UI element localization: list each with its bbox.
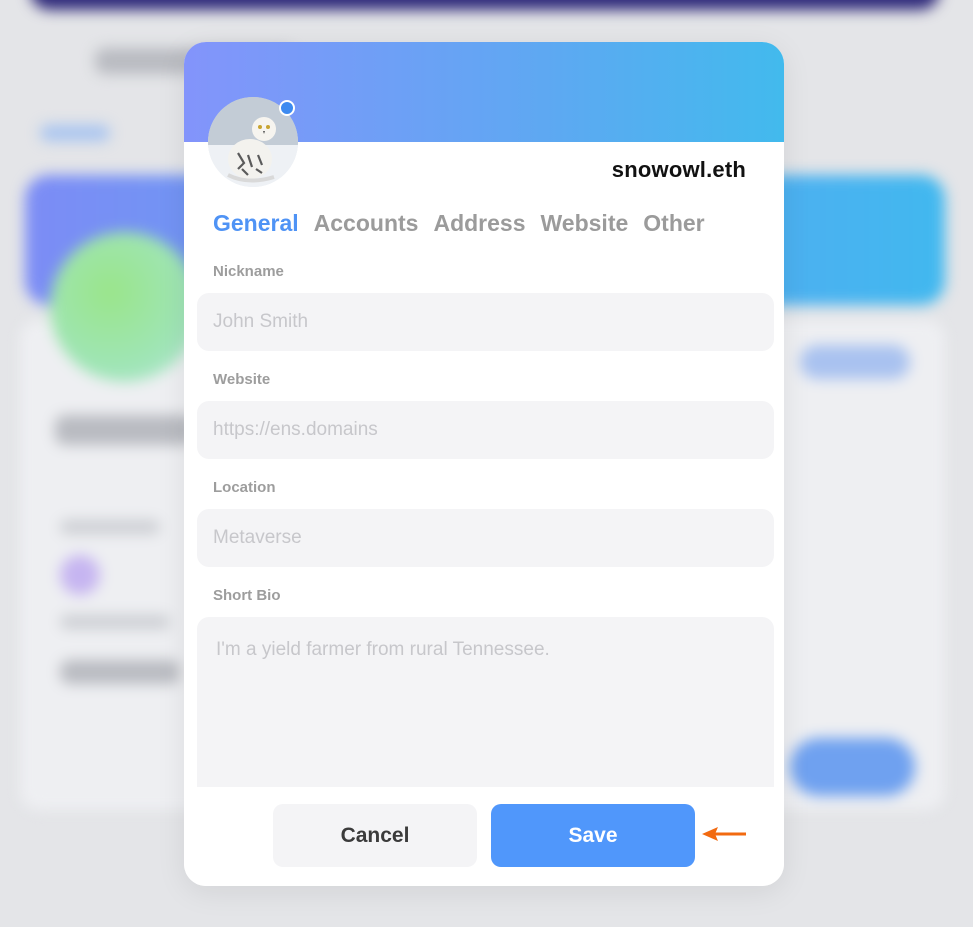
location-field[interactable]: [197, 509, 774, 567]
background-text: [60, 615, 170, 629]
edit-profile-modal: snowowl.eth General Accounts Address Web…: [184, 42, 784, 886]
profile-tabs: General Accounts Address Website Other: [213, 210, 705, 237]
bio-placeholder: I'm a yield farmer from rural Tennessee.: [216, 639, 550, 660]
location-label: Location: [213, 479, 276, 496]
modal-footer: Cancel Save: [184, 787, 784, 886]
background-text: [60, 660, 180, 684]
bio-label: Short Bio: [213, 587, 281, 604]
cancel-button[interactable]: Cancel: [273, 804, 477, 867]
background-avatar: [50, 232, 200, 382]
background-text: [60, 520, 160, 534]
tab-website[interactable]: Website: [541, 210, 629, 237]
background-button: [790, 738, 915, 796]
location-input[interactable]: [213, 527, 758, 549]
website-field[interactable]: [197, 401, 774, 459]
tab-general[interactable]: General: [213, 210, 299, 237]
website-label: Website: [213, 371, 271, 388]
arrow-left-icon: [702, 827, 746, 841]
bio-textarea[interactable]: I'm a yield farmer from rural Tennessee.: [197, 617, 774, 787]
nickname-field[interactable]: [197, 293, 774, 351]
tab-accounts[interactable]: Accounts: [314, 210, 419, 237]
background-button: [800, 345, 910, 379]
online-status-dot: [279, 100, 295, 116]
tab-address[interactable]: Address: [433, 210, 525, 237]
background-heading: [55, 415, 195, 445]
tab-other[interactable]: Other: [643, 210, 704, 237]
ens-name: snowowl.eth: [611, 157, 746, 182]
nickname-input[interactable]: [213, 311, 758, 333]
nickname-label: Nickname: [213, 263, 284, 280]
website-input[interactable]: [213, 419, 758, 441]
background-tab: [40, 125, 110, 141]
save-button[interactable]: Save: [491, 804, 695, 867]
background-dot: [60, 555, 100, 595]
background-topbar: [30, 0, 940, 10]
